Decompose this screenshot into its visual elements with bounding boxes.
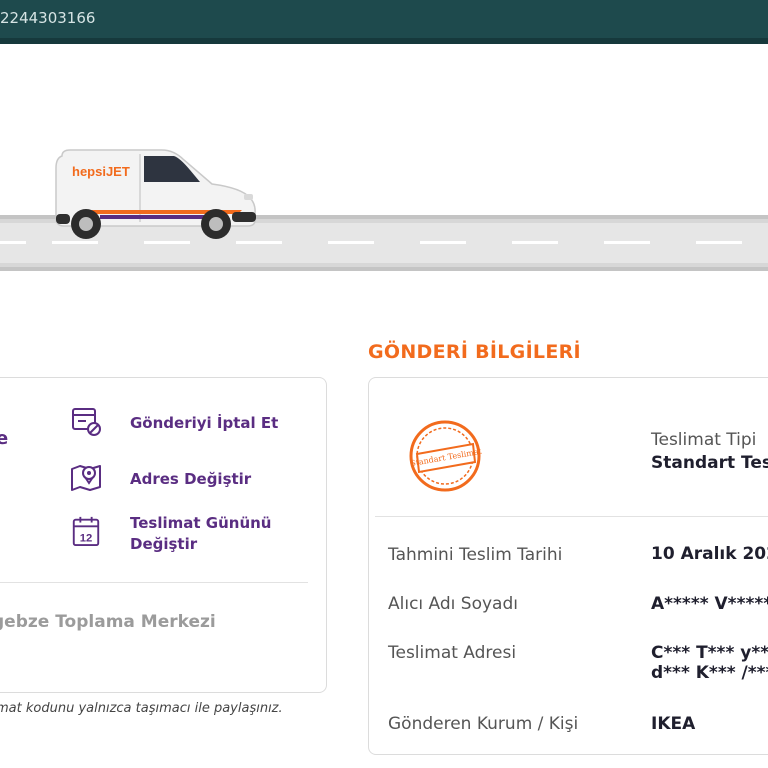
delivery-type-value: Standart Teslim bbox=[651, 453, 768, 473]
delivery-type-label: Teslimat Tipi bbox=[651, 430, 757, 450]
map-pin-icon bbox=[71, 465, 101, 491]
card-divider bbox=[375, 516, 768, 517]
cancel-package-icon bbox=[72, 408, 101, 436]
delivery-address-line2: d*** K*** /*** / bbox=[651, 663, 768, 683]
road-dash bbox=[52, 241, 98, 244]
recipient-name-label: Alıcı Adı Soyadı bbox=[388, 594, 518, 614]
delivery-address-line1: C*** T*** y*** bbox=[651, 643, 768, 663]
calendar-day-number: 12 bbox=[80, 532, 93, 544]
phone-number[interactable]: 2244303166 bbox=[0, 9, 95, 27]
shipment-info-title: GÖNDERİ BİLGİLERİ bbox=[368, 341, 581, 363]
sender-value: IKEA bbox=[651, 714, 696, 734]
top-bar-accent bbox=[0, 38, 768, 44]
road-dash bbox=[420, 241, 466, 244]
change-address-label: Adres Değiştir bbox=[130, 470, 252, 488]
estimated-delivery-date-label: Tahmini Teslim Tarihi bbox=[388, 545, 563, 565]
estimated-delivery-date-value: 10 Aralık 2024 bbox=[651, 544, 768, 564]
hub-location: gebze Toplama Merkezi bbox=[0, 612, 216, 632]
road-edge-bottom bbox=[0, 267, 768, 271]
cut-off-text: e bbox=[0, 428, 9, 449]
road-dash bbox=[328, 241, 374, 244]
road-dash bbox=[604, 241, 650, 244]
standard-delivery-stamp-icon: Standart Teslimat bbox=[409, 420, 483, 492]
recipient-name-value: A***** V***** bbox=[651, 594, 768, 614]
shipment-info-card: Standart Teslimat Teslimat Tipi Standart… bbox=[368, 377, 768, 755]
van-logo: hepsiJET bbox=[72, 164, 130, 179]
calendar-icon: 12 bbox=[72, 516, 100, 547]
road-dash bbox=[696, 241, 742, 244]
sender-label: Gönderen Kurum / Kişi bbox=[388, 714, 579, 734]
road-dash bbox=[512, 241, 558, 244]
road-dash bbox=[0, 241, 26, 244]
actions-divider bbox=[0, 582, 308, 583]
top-bar: 2244303166 bbox=[0, 0, 768, 44]
security-note: mat kodunu yalnızca taşımacı ile paylaşı… bbox=[0, 701, 283, 716]
delivery-van-icon: hepsiJET bbox=[55, 149, 256, 239]
cancel-shipment-action[interactable]: Gönderiyi İptal Et bbox=[70, 405, 278, 437]
change-address-action[interactable]: Adres Değiştir bbox=[70, 461, 251, 493]
change-delivery-day-label: Teslimat Gününü Değiştir bbox=[130, 514, 272, 553]
road-dash bbox=[144, 241, 190, 244]
change-delivery-day-action[interactable]: 12 Teslimat Gününü Değiştir bbox=[70, 514, 271, 553]
cancel-shipment-label: Gönderiyi İptal Et bbox=[130, 414, 279, 432]
road-dash bbox=[236, 241, 282, 244]
delivery-address-label: Teslimat Adresi bbox=[388, 643, 517, 663]
